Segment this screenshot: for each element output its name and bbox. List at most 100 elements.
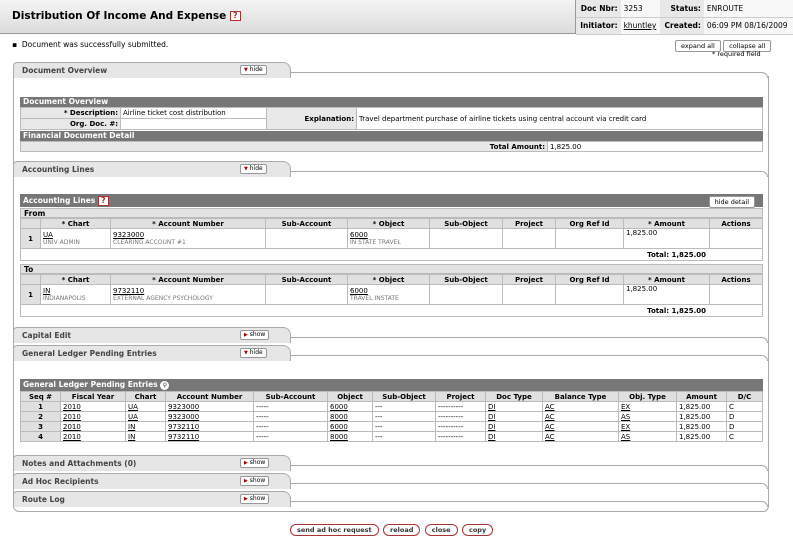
glpe-cell: 2 (20, 411, 61, 422)
reload-button[interactable]: reload (383, 524, 421, 536)
glpe-cell-link[interactable]: DI (488, 413, 495, 421)
glpe-row: 4 2010 IN 9732110 ----- 8000 --- ---------- DI AC… (20, 431, 763, 442)
to-account-link[interactable]: 9732110 (113, 287, 144, 295)
col-sub-account: Sub-Account (265, 218, 348, 229)
accounting-help-icon[interactable]: ? (97, 196, 109, 206)
to-object-name: TRAVEL INSTATE (350, 295, 399, 302)
glpe-cell-link[interactable]: 9732110 (168, 423, 199, 431)
org-doc-field[interactable] (120, 118, 267, 130)
glpe-cell: 2010 (60, 401, 126, 412)
document-overview-table: * Description: Airline ticket cost distr… (20, 107, 763, 130)
glpe-cell: UA (125, 401, 166, 412)
notes-show-button[interactable]: ▶ show (240, 458, 270, 468)
document-overview-hide-button[interactable]: ▼ hide (240, 65, 267, 75)
glpe-cell-link[interactable]: UA (128, 413, 138, 421)
col-project: Project (502, 218, 556, 229)
adhoc-show-button[interactable]: ▶ show (240, 476, 270, 486)
glpe-cell: 4 (20, 431, 61, 442)
glpe-cell: 9323000 (165, 401, 254, 412)
glpe-cell-link[interactable]: DI (488, 403, 495, 411)
glpe-cell-link[interactable]: 9323000 (168, 413, 199, 421)
glpe-hide-button[interactable]: ▼ hide (240, 348, 267, 358)
from-account-link[interactable]: 9323000 (113, 231, 144, 239)
glpe-cell: 2010 (60, 421, 126, 432)
glpe-section-header: General Ledger Pending Entries ⚲ (20, 379, 763, 391)
close-button[interactable]: close (424, 524, 458, 536)
from-chart-link[interactable]: UA (43, 231, 53, 239)
description-field[interactable]: Airline ticket cost distribution (120, 107, 267, 119)
help-icon[interactable]: ? (229, 11, 241, 21)
glpe-cell-link[interactable]: UA (128, 403, 138, 411)
hide-detail-button[interactable]: hide detail (708, 196, 755, 208)
explanation-field[interactable]: Travel department purchase of airline ti… (356, 107, 763, 130)
send-ad-hoc-request-button[interactable]: send ad hoc request (290, 524, 379, 536)
from-chart-name: UNIV ADMIN (43, 239, 80, 246)
glpe-cell-link[interactable]: EX (621, 403, 630, 411)
to-line-number: 1 (20, 284, 41, 305)
glpe-cell: 6000 (327, 401, 373, 412)
to-lines-table: * Chart * Account Number Sub-Account * O… (20, 274, 763, 317)
glpe-cell: 1,825.00 (676, 411, 727, 422)
glpe-col-balance-type: Balance Type (542, 391, 619, 402)
col-sub-object: Sub-Object (429, 218, 503, 229)
glpe-cell-link[interactable]: 6000 (330, 423, 348, 431)
glpe-cell-link[interactable]: 6000 (330, 403, 348, 411)
document-title-text: Distribution Of Income And Expense (12, 10, 227, 22)
glpe-cell: 9323000 (165, 411, 254, 422)
glpe-cell-link[interactable]: 2010 (63, 403, 81, 411)
accounting-lines-hide-button[interactable]: ▼ hide (240, 164, 267, 174)
glpe-cell-link[interactable]: AC (545, 433, 555, 441)
glpe-cell-link[interactable]: 2010 (63, 423, 81, 431)
initiator-link[interactable]: khuntley (624, 21, 657, 30)
glpe-row: 2 2010 UA 9323000 ----- 8000 --- ---------- DI AC… (20, 411, 763, 422)
glpe-cell-link[interactable]: 8000 (330, 413, 348, 421)
accounting-lines-title: Accounting Lines (23, 196, 96, 205)
glpe-cell-link[interactable]: 9732110 (168, 433, 199, 441)
from-line-row: 1 UA UNIV ADMIN 9323000 CLEARING ACCOUNT #… (20, 228, 763, 249)
glpe-cell-link[interactable]: DI (488, 433, 495, 441)
magnifier-icon[interactable]: ⚲ (160, 381, 170, 390)
to-object-link[interactable]: 6000 (350, 287, 368, 295)
to-col-object: * Object (347, 274, 430, 285)
glpe-cell-link[interactable]: AC (545, 423, 555, 431)
success-message: ▪ Document was successfully submitted. (12, 40, 169, 49)
glpe-cell-link[interactable]: DI (488, 423, 495, 431)
glpe-cell: DI (485, 421, 543, 432)
glpe-cell-link[interactable]: AS (621, 433, 630, 441)
glpe-cell: UA (125, 411, 166, 422)
from-amount: 1,825.00 (623, 228, 710, 249)
tab-notes-attachments: Notes and Attachments (0) ▶ show (13, 455, 768, 471)
col-actions: Actions (709, 218, 763, 229)
glpe-cell-link[interactable]: AS (621, 413, 630, 421)
glpe-cell-link[interactable]: 9323000 (168, 403, 199, 411)
tab-route-log: Route Log ▶ show (13, 491, 768, 507)
glpe-cell-link[interactable]: EX (621, 423, 630, 431)
glpe-cell: AC (542, 401, 619, 412)
description-label: * Description: (20, 107, 121, 119)
glpe-cell: 2010 (60, 431, 126, 442)
glpe-cell-link[interactable]: IN (128, 423, 135, 431)
glpe-cell: 3 (20, 421, 61, 432)
to-chart-link[interactable]: IN (43, 287, 50, 295)
glpe-cell-link[interactable]: 8000 (330, 433, 348, 441)
to-chart-name: INDIANAPOLIS (43, 295, 86, 302)
glpe-cell: EX (618, 421, 677, 432)
document-overview-section-header: Document Overview (20, 97, 763, 107)
glpe-cell: 1,825.00 (676, 431, 727, 442)
glpe-cell-link[interactable]: 2010 (63, 433, 81, 441)
from-object-link[interactable]: 6000 (350, 231, 368, 239)
glpe-cell: 6000 (327, 421, 373, 432)
route-log-show-button[interactable]: ▶ show (240, 494, 270, 504)
copy-button[interactable]: copy (461, 524, 494, 536)
glpe-cell-link[interactable]: AC (545, 403, 555, 411)
from-label: From (20, 208, 763, 218)
glpe-cell: ----- (253, 401, 328, 412)
capital-edit-show-button[interactable]: ▶ show (240, 330, 270, 340)
from-total: Total: 1,825.00 (20, 248, 763, 261)
glpe-cell-link[interactable]: AC (545, 413, 555, 421)
doc-nbr-label: Doc Nbr: (576, 0, 621, 18)
glpe-cell-link[interactable]: 2010 (63, 413, 81, 421)
financial-detail-table: Total Amount: 1,825.00 (20, 141, 763, 152)
glpe-cell-link[interactable]: IN (128, 433, 135, 441)
to-col-project: Project (502, 274, 556, 285)
